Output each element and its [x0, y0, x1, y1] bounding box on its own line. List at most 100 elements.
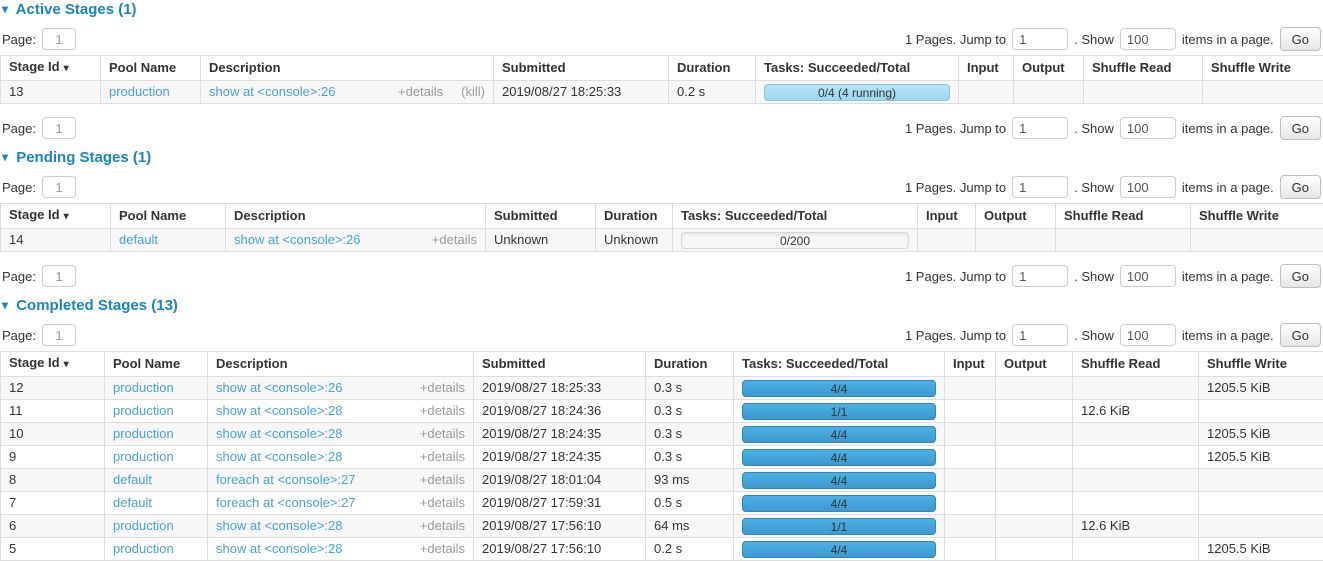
column-header-stage-id[interactable]: Stage Id▾ — [1, 352, 105, 377]
pages-count-text: 1 Pages. Jump to — [905, 328, 1006, 343]
jump-to-page-input[interactable] — [1012, 117, 1068, 139]
column-header-shuffle-write[interactable]: Shuffle Write — [1203, 56, 1323, 81]
jump-to-page-input[interactable] — [1012, 28, 1068, 50]
pool-name-link[interactable]: default — [113, 495, 152, 510]
items-per-page-text: items in a page. — [1182, 121, 1274, 136]
column-header-tasks-succeeded-total[interactable]: Tasks: Succeeded/Total — [756, 56, 959, 81]
stage-description-link[interactable]: show at <console>:28 — [216, 427, 342, 441]
shuffle-read-cell — [1073, 492, 1199, 515]
page-label: Page: — [2, 328, 36, 343]
pool-name-link[interactable]: production — [113, 449, 174, 464]
column-header-duration[interactable]: Duration — [596, 204, 673, 229]
column-header-duration[interactable]: Duration — [669, 56, 756, 81]
pool-name-link[interactable]: production — [113, 426, 174, 441]
stage-description-link[interactable]: show at <console>:28 — [216, 450, 342, 464]
details-toggle[interactable]: +details — [420, 496, 465, 510]
go-button[interactable]: Go — [1280, 175, 1321, 199]
completed-stages-table: Stage Id▾Pool NameDescriptionSubmittedDu… — [0, 351, 1323, 561]
column-header-shuffle-write[interactable]: Shuffle Write — [1199, 352, 1323, 377]
items-per-page-input[interactable] — [1120, 324, 1176, 346]
stage-description-link[interactable]: show at <console>:28 — [216, 404, 342, 418]
items-per-page-input[interactable] — [1120, 265, 1176, 287]
pool-name-link[interactable]: default — [113, 472, 152, 487]
column-header-submitted[interactable]: Submitted — [486, 204, 596, 229]
details-toggle[interactable]: +details — [420, 404, 465, 418]
column-header-pool-name[interactable]: Pool Name — [111, 204, 226, 229]
column-header-output[interactable]: Output — [1014, 56, 1084, 81]
column-header-shuffle-read[interactable]: Shuffle Read — [1056, 204, 1191, 229]
column-header-pool-name[interactable]: Pool Name — [101, 56, 201, 81]
stage-description-link[interactable]: foreach at <console>:27 — [216, 473, 356, 487]
pool-name-link[interactable]: default — [119, 232, 158, 247]
page-number-input[interactable] — [42, 324, 76, 346]
description-wrap: show at <console>:26 +details (kill) — [209, 85, 485, 99]
column-header-input[interactable]: Input — [918, 204, 976, 229]
column-header-duration[interactable]: Duration — [646, 352, 734, 377]
details-toggle[interactable]: +details — [398, 85, 443, 99]
column-header-output[interactable]: Output — [996, 352, 1073, 377]
pool-name-link[interactable]: production — [113, 518, 174, 533]
pool-name-link[interactable]: production — [113, 541, 174, 556]
page-number-input[interactable] — [42, 117, 76, 139]
column-header-shuffle-read[interactable]: Shuffle Read — [1073, 352, 1199, 377]
items-per-page-text: items in a page. — [1182, 180, 1274, 195]
pool-name-link[interactable]: production — [113, 403, 174, 418]
stage-description-link[interactable]: show at <console>:26 — [209, 85, 335, 99]
active-stages-header[interactable]: ▾ Active Stages (1) — [2, 1, 1323, 18]
pool-name-link[interactable]: production — [113, 380, 174, 395]
details-toggle[interactable]: +details — [420, 450, 465, 464]
page-number-input[interactable] — [42, 28, 76, 50]
jump-to-page-input[interactable] — [1012, 265, 1068, 287]
column-header-tasks-succeeded-total[interactable]: Tasks: Succeeded/Total — [673, 204, 918, 229]
stage-description-link[interactable]: show at <console>:26 — [234, 233, 360, 247]
description-wrap: show at <console>:28 +details — [216, 450, 465, 464]
stage-description-link[interactable]: foreach at <console>:27 — [216, 496, 356, 510]
stage-description-link[interactable]: show at <console>:28 — [216, 519, 342, 533]
column-header-stage-id[interactable]: Stage Id▾ — [1, 56, 101, 81]
column-header-tasks-succeeded-total[interactable]: Tasks: Succeeded/Total — [734, 352, 945, 377]
details-toggle[interactable]: +details — [420, 473, 465, 487]
jump-to-page-input[interactable] — [1012, 176, 1068, 198]
column-header-submitted[interactable]: Submitted — [494, 56, 669, 81]
pager-right: 1 Pages. Jump to . Show items in a page.… — [905, 116, 1321, 140]
page-label: Page: — [2, 269, 36, 284]
column-header-pool-name[interactable]: Pool Name — [105, 352, 208, 377]
column-header-stage-id[interactable]: Stage Id▾ — [1, 204, 111, 229]
column-header-output[interactable]: Output — [976, 204, 1056, 229]
pool-name-link[interactable]: production — [109, 84, 170, 99]
details-toggle[interactable]: +details — [420, 381, 465, 395]
items-per-page-input[interactable] — [1120, 28, 1176, 50]
submitted-cell: 2019/08/27 18:24:35 — [474, 446, 646, 469]
stage-description-link[interactable]: show at <console>:28 — [216, 542, 342, 556]
details-toggle[interactable]: +details — [420, 542, 465, 556]
column-header-description[interactable]: Description — [208, 352, 474, 377]
completed-stages-header[interactable]: ▾ Completed Stages (13) — [2, 297, 1323, 314]
details-toggle[interactable]: +details — [420, 519, 465, 533]
column-header-input[interactable]: Input — [945, 352, 996, 377]
pending-stages-header[interactable]: ▾ Pending Stages (1) — [2, 149, 1323, 166]
page-number-input[interactable] — [42, 265, 76, 287]
items-per-page-input[interactable] — [1120, 176, 1176, 198]
kill-link[interactable]: (kill) — [461, 85, 485, 99]
items-per-page-input[interactable] — [1120, 117, 1176, 139]
details-toggle[interactable]: +details — [420, 427, 465, 441]
tasks-progress-bar: 4/4 — [742, 472, 936, 489]
column-header-description[interactable]: Description — [201, 56, 494, 81]
go-button[interactable]: Go — [1280, 323, 1321, 347]
stage-description-link[interactable]: show at <console>:26 — [216, 381, 342, 395]
go-button[interactable]: Go — [1280, 264, 1321, 288]
column-header-shuffle-read[interactable]: Shuffle Read — [1084, 56, 1203, 81]
column-header-input[interactable]: Input — [959, 56, 1014, 81]
go-button[interactable]: Go — [1280, 116, 1321, 140]
tasks-cell: 4/4 — [734, 469, 945, 492]
column-header-description[interactable]: Description — [226, 204, 486, 229]
column-header-shuffle-write[interactable]: Shuffle Write — [1191, 204, 1323, 229]
details-toggle[interactable]: +details — [432, 233, 477, 247]
page-number-input[interactable] — [42, 176, 76, 198]
jump-to-page-input[interactable] — [1012, 324, 1068, 346]
duration-cell: 0.5 s — [646, 492, 734, 515]
go-button[interactable]: Go — [1280, 27, 1321, 51]
shuffle-write-cell — [1199, 400, 1323, 423]
column-header-submitted[interactable]: Submitted — [474, 352, 646, 377]
items-per-page-text: items in a page. — [1182, 32, 1274, 47]
